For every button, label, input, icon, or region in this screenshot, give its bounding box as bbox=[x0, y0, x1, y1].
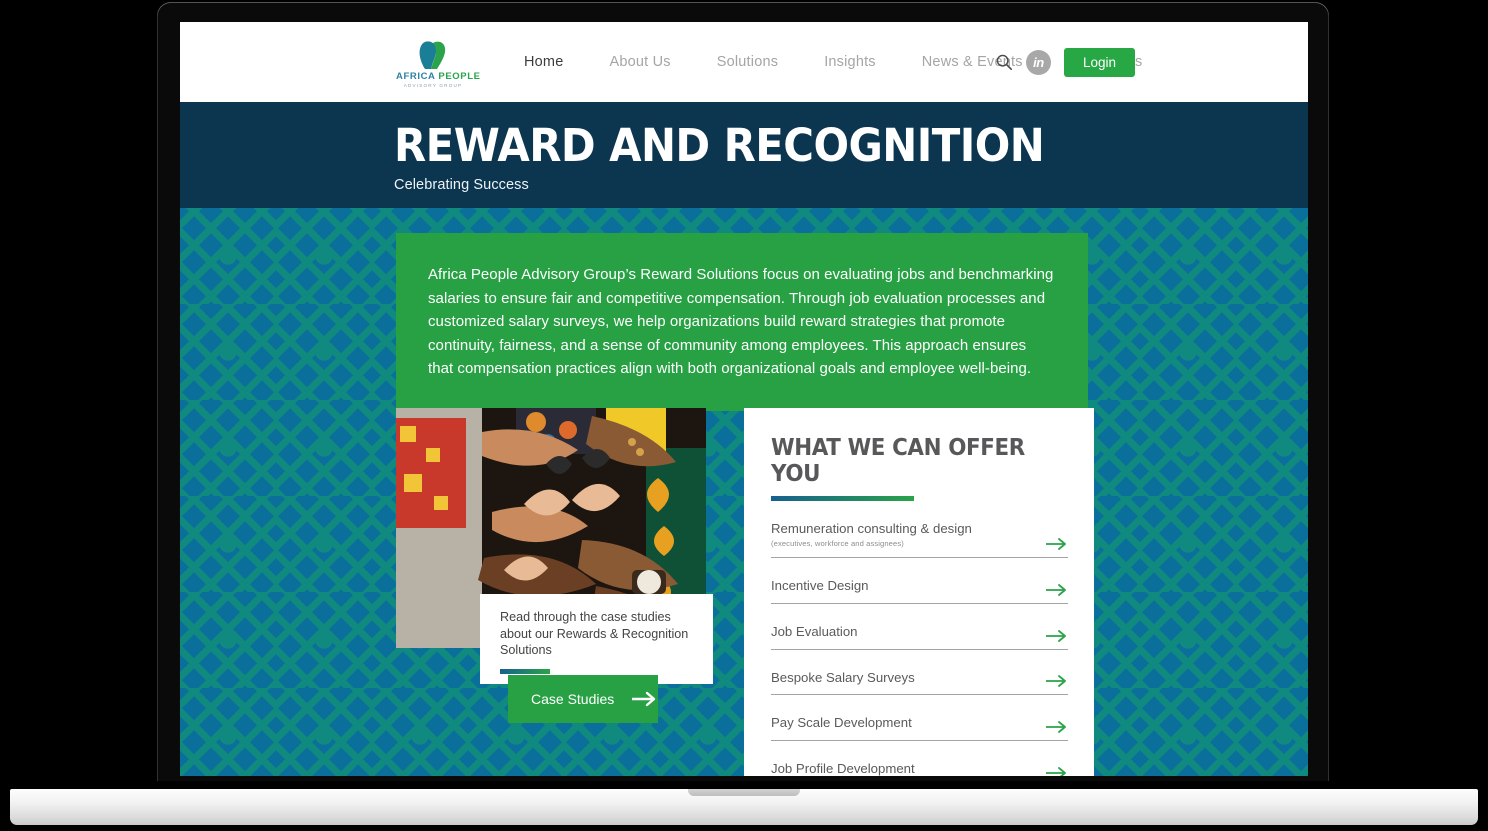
laptop-mockup: AFRICA PEOPLE ADVISORY GROUP Home About … bbox=[0, 0, 1488, 831]
offer-item-bespoke-salary-surveys[interactable]: Bespoke Salary Surveys bbox=[771, 670, 1068, 696]
intro-card: Africa People Advisory Group’s Reward So… bbox=[396, 233, 1088, 411]
offer-item-job-profile-development[interactable]: Job Profile Development bbox=[771, 761, 1068, 776]
linkedin-icon[interactable]: in bbox=[1025, 49, 1051, 75]
offer-label: Job Profile Development bbox=[771, 761, 915, 776]
offers-panel: WHAT WE CAN OFFER YOU Remuneration consu… bbox=[744, 408, 1094, 776]
offer-item-remuneration-consulting[interactable]: Remuneration consulting & design (execut… bbox=[771, 521, 1068, 558]
offer-label: Remuneration consulting & design bbox=[771, 521, 972, 536]
arrow-right-icon bbox=[1046, 537, 1066, 550]
offer-note: (executives, workforce and assignees) bbox=[771, 538, 904, 548]
header-actions: in Login bbox=[995, 22, 1135, 102]
page-hero: REWARD AND RECOGNITION Celebrating Succe… bbox=[180, 102, 1308, 208]
offer-item-job-evaluation[interactable]: Job Evaluation bbox=[771, 624, 1068, 650]
laptop-trackpad-notch bbox=[688, 789, 800, 796]
site-header: AFRICA PEOPLE ADVISORY GROUP Home About … bbox=[180, 22, 1308, 102]
arrow-right-icon bbox=[1046, 629, 1066, 642]
offers-title: WHAT WE CAN OFFER YOU bbox=[771, 435, 1025, 487]
case-studies-button[interactable]: Case Studies bbox=[508, 675, 658, 723]
nav-item-insights[interactable]: Insights bbox=[824, 54, 876, 70]
page-title: REWARD AND RECOGNITION bbox=[394, 119, 1045, 172]
offer-item-incentive-design[interactable]: Incentive Design bbox=[771, 578, 1068, 604]
page-subtitle: Celebrating Success bbox=[394, 177, 529, 194]
offer-label: Job Evaluation bbox=[771, 623, 858, 639]
login-button[interactable]: Login bbox=[1063, 47, 1135, 77]
gradient-divider bbox=[500, 669, 550, 675]
nav-item-home[interactable]: Home bbox=[524, 54, 563, 70]
arrow-right-icon bbox=[1046, 721, 1066, 734]
nav-item-about-us[interactable]: About Us bbox=[609, 54, 670, 70]
case-study-text: Read through the case studies about our … bbox=[500, 610, 689, 658]
africa-map-icon bbox=[419, 41, 446, 69]
case-studies-label: Case Studies bbox=[531, 691, 615, 707]
site-logo[interactable]: AFRICA PEOPLE ADVISORY GROUP bbox=[396, 40, 481, 88]
offer-label: Pay Scale Development bbox=[771, 715, 912, 731]
browser-viewport: AFRICA PEOPLE ADVISORY GROUP Home About … bbox=[180, 22, 1308, 776]
offer-item-pay-scale-development[interactable]: Pay Scale Development bbox=[771, 715, 1068, 742]
offer-label: Incentive Design bbox=[771, 577, 869, 593]
intro-paragraph: Africa People Advisory Group’s Reward So… bbox=[428, 266, 1054, 378]
gradient-divider bbox=[771, 496, 914, 501]
arrow-right-icon bbox=[1046, 767, 1066, 776]
arrow-right-icon bbox=[1046, 675, 1066, 688]
search-icon[interactable] bbox=[995, 53, 1013, 71]
nav-item-solutions[interactable]: Solutions bbox=[717, 54, 778, 70]
offer-label: Bespoke Salary Surveys bbox=[771, 669, 915, 685]
case-study-card: Read through the case studies about our … bbox=[480, 594, 713, 684]
patterned-background: Africa People Advisory Group’s Reward So… bbox=[180, 208, 1308, 776]
arrow-right-icon bbox=[632, 691, 656, 707]
logo-tagline: ADVISORY GROUP bbox=[403, 83, 463, 88]
arrow-right-icon bbox=[1046, 583, 1066, 596]
logo-wordmark: AFRICA PEOPLE bbox=[396, 71, 481, 82]
